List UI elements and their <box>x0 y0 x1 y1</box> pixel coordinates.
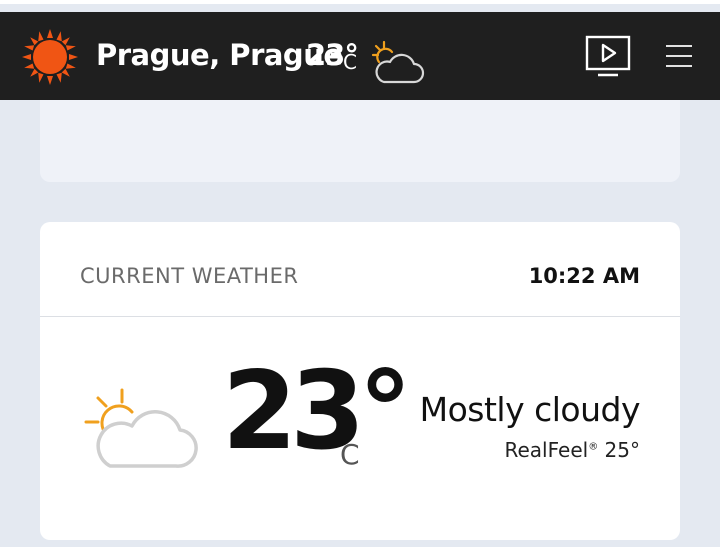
realfeel-label: RealFeel <box>504 438 589 462</box>
previous-card <box>40 100 680 182</box>
video-play-icon[interactable] <box>584 34 632 78</box>
realfeel-value: 25° <box>604 438 640 462</box>
current-weather-time: 10:22 AM <box>528 264 640 288</box>
current-temperature: 23° <box>222 349 412 474</box>
mostly-cloudy-icon <box>84 388 198 468</box>
realfeel: RealFeel® 25° <box>504 438 640 462</box>
current-weather-title: CURRENT WEATHER <box>80 264 299 288</box>
top-white-edge <box>0 0 720 4</box>
hamburger-menu-icon[interactable] <box>662 44 694 68</box>
current-weather-card[interactable]: CURRENT WEATHER 10:22 AM 23° C Mostly cl… <box>40 222 680 540</box>
sun-logo-icon[interactable] <box>22 29 78 85</box>
weather-phrase: Mostly cloudy <box>419 390 641 429</box>
registered-mark: ® <box>588 441 599 453</box>
header-temperature-unit: C <box>343 50 357 74</box>
partly-cloudy-icon <box>371 40 425 84</box>
top-strip <box>0 0 720 12</box>
card-header: CURRENT WEATHER 10:22 AM <box>40 222 680 317</box>
current-temperature-unit: C <box>340 438 360 471</box>
header-bar: Prague, Prague 23° C <box>0 12 720 100</box>
